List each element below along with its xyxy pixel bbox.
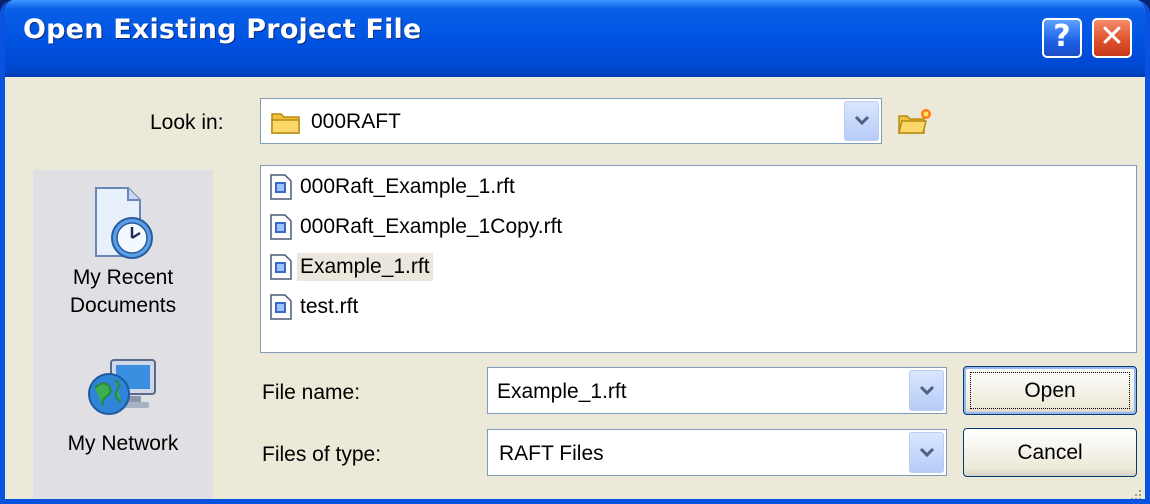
chevron-down-icon	[919, 447, 935, 458]
file-type-dropdown[interactable]: RAFT Files	[487, 429, 947, 476]
new-folder-icon[interactable]	[897, 107, 933, 141]
rft-file-icon	[269, 213, 293, 245]
file-name: test.rft	[300, 295, 359, 318]
file-name-combobox[interactable]: Example_1.rft	[487, 367, 947, 414]
look-in-label: Look in:	[150, 111, 224, 134]
cancel-button-label: Cancel	[1017, 441, 1083, 464]
title-bar[interactable]: Open Existing Project File ? ✕	[5, 0, 1145, 77]
focus-ring	[970, 372, 1130, 409]
help-button[interactable]: ?	[1042, 18, 1082, 58]
recent-documents-icon	[88, 184, 158, 264]
place-my-network[interactable]: My Network	[33, 350, 213, 458]
folder-icon	[270, 109, 302, 139]
place-label: My Network	[67, 432, 179, 455]
file-name: 000Raft_Example_1.rft	[300, 175, 515, 198]
dialog-title: Open Existing Project File	[23, 14, 422, 45]
place-label-line2: Documents	[69, 294, 177, 317]
cancel-button[interactable]: Cancel	[963, 428, 1137, 477]
file-name-dropdown-button[interactable]	[909, 370, 944, 411]
chevron-down-icon	[854, 115, 870, 126]
rft-file-icon	[269, 293, 293, 325]
file-name: 000Raft_Example_1Copy.rft	[300, 215, 563, 238]
file-type-label: Files of type:	[262, 443, 382, 466]
place-my-recent-documents[interactable]: My Recent Documents	[33, 178, 213, 320]
open-button[interactable]: Open	[963, 366, 1137, 415]
look-in-value: 000RAFT	[311, 110, 401, 133]
network-icon	[85, 350, 161, 430]
chevron-down-icon	[919, 385, 935, 396]
file-type-value: RAFT Files	[499, 442, 604, 465]
rft-file-icon	[269, 253, 293, 285]
dialog-body: Look in: 000RAFT My Recent Documents My …	[5, 77, 1145, 502]
file-list[interactable]: 000Raft_Example_1.rft 000Raft_Example_1C…	[260, 165, 1137, 353]
look-in-dropdown-button[interactable]	[844, 101, 879, 141]
places-bar: My Recent Documents My Network	[33, 170, 213, 499]
resize-grip-icon[interactable]	[1127, 486, 1143, 502]
place-label-line1: My Recent	[72, 266, 174, 289]
file-type-dropdown-button[interactable]	[909, 432, 944, 473]
close-button[interactable]: ✕	[1092, 18, 1132, 58]
file-name: Example_1.rft	[297, 253, 433, 281]
open-file-dialog: Open Existing Project File ? ✕ Look in: …	[0, 0, 1150, 504]
rft-file-icon	[269, 173, 293, 205]
file-name-input[interactable]: Example_1.rft	[497, 380, 627, 404]
file-name-label: File name:	[262, 381, 361, 404]
look-in-dropdown[interactable]: 000RAFT	[260, 98, 882, 144]
